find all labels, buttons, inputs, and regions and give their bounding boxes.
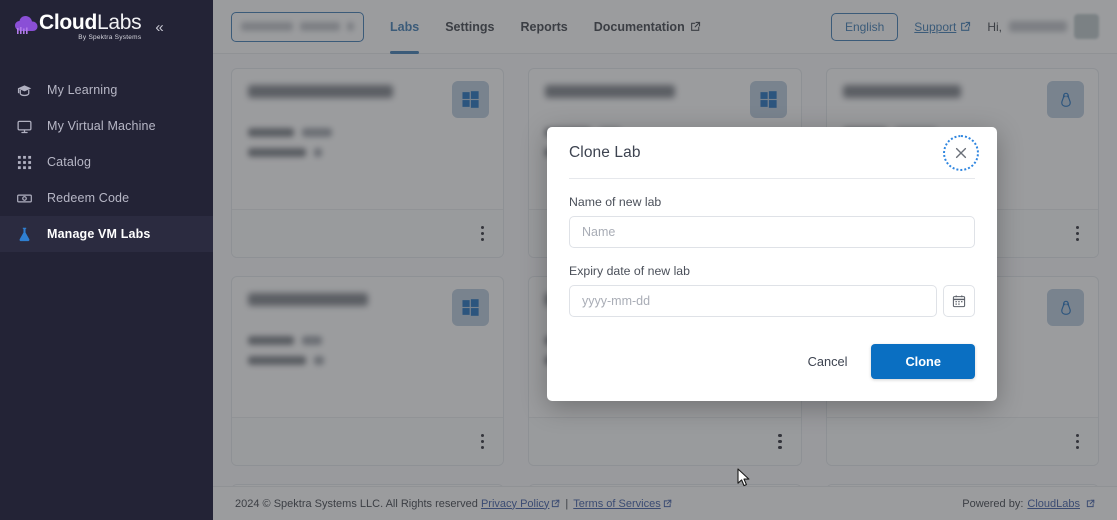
sidebar-item-label: My Virtual Machine [47, 119, 156, 133]
sidebar-nav: My Learning My Virtual Machine Catalog R… [0, 72, 213, 252]
sidebar: CloudLabs By Spektra Systems « My Learni… [0, 0, 213, 520]
expiry-date-input[interactable] [569, 285, 937, 317]
logo-tagline: By Spektra Systems [78, 34, 142, 42]
clone-button[interactable]: Clone [871, 344, 975, 379]
graduation-cap-icon [16, 82, 33, 99]
flask-icon [16, 226, 33, 243]
expiry-date-label: Expiry date of new lab [569, 264, 690, 278]
close-icon[interactable] [943, 135, 979, 171]
sidebar-item-manage-vm-labs[interactable]: Manage VM Labs [0, 216, 213, 252]
sidebar-item-my-virtual-machine[interactable]: My Virtual Machine [0, 108, 213, 144]
modal-header: Clone Lab [569, 127, 979, 179]
modal-actions: Cancel Clone [569, 344, 975, 379]
logo-name-light: Labs [96, 11, 142, 35]
banknote-icon [16, 190, 33, 207]
main-region: Labs Settings Reports Documentation [213, 0, 1117, 520]
app-root: CloudLabs By Spektra Systems « My Learni… [0, 0, 1117, 520]
calendar-icon[interactable] [943, 285, 975, 317]
sidebar-item-label: Manage VM Labs [47, 227, 151, 241]
monitor-icon [16, 118, 33, 135]
brand-logo[interactable]: CloudLabs By Spektra Systems « [0, 0, 213, 54]
lab-name-input[interactable] [569, 216, 975, 248]
modal-title: Clone Lab [569, 143, 641, 161]
expiry-date-row [569, 285, 975, 317]
lab-name-field-group: Name of new lab [569, 195, 975, 248]
logo-name-bold: Cloud [39, 11, 97, 35]
sidebar-item-redeem-code[interactable]: Redeem Code [0, 180, 213, 216]
grid-icon [16, 154, 33, 171]
expiry-date-field-group: Expiry date of new lab [569, 264, 975, 317]
sidebar-collapse-icon[interactable]: « [155, 20, 163, 35]
lab-name-label: Name of new lab [569, 195, 662, 209]
sidebar-item-my-learning[interactable]: My Learning [0, 72, 213, 108]
brand-logo-text: CloudLabs By Spektra Systems [39, 11, 142, 42]
sidebar-item-label: Catalog [47, 155, 92, 169]
cancel-button[interactable]: Cancel [794, 345, 862, 378]
clone-lab-modal: Clone Lab Name of new lab Expiry date of… [547, 127, 997, 401]
sidebar-item-label: My Learning [47, 83, 118, 97]
sidebar-item-label: Redeem Code [47, 191, 130, 205]
sidebar-item-catalog[interactable]: Catalog [0, 144, 213, 180]
